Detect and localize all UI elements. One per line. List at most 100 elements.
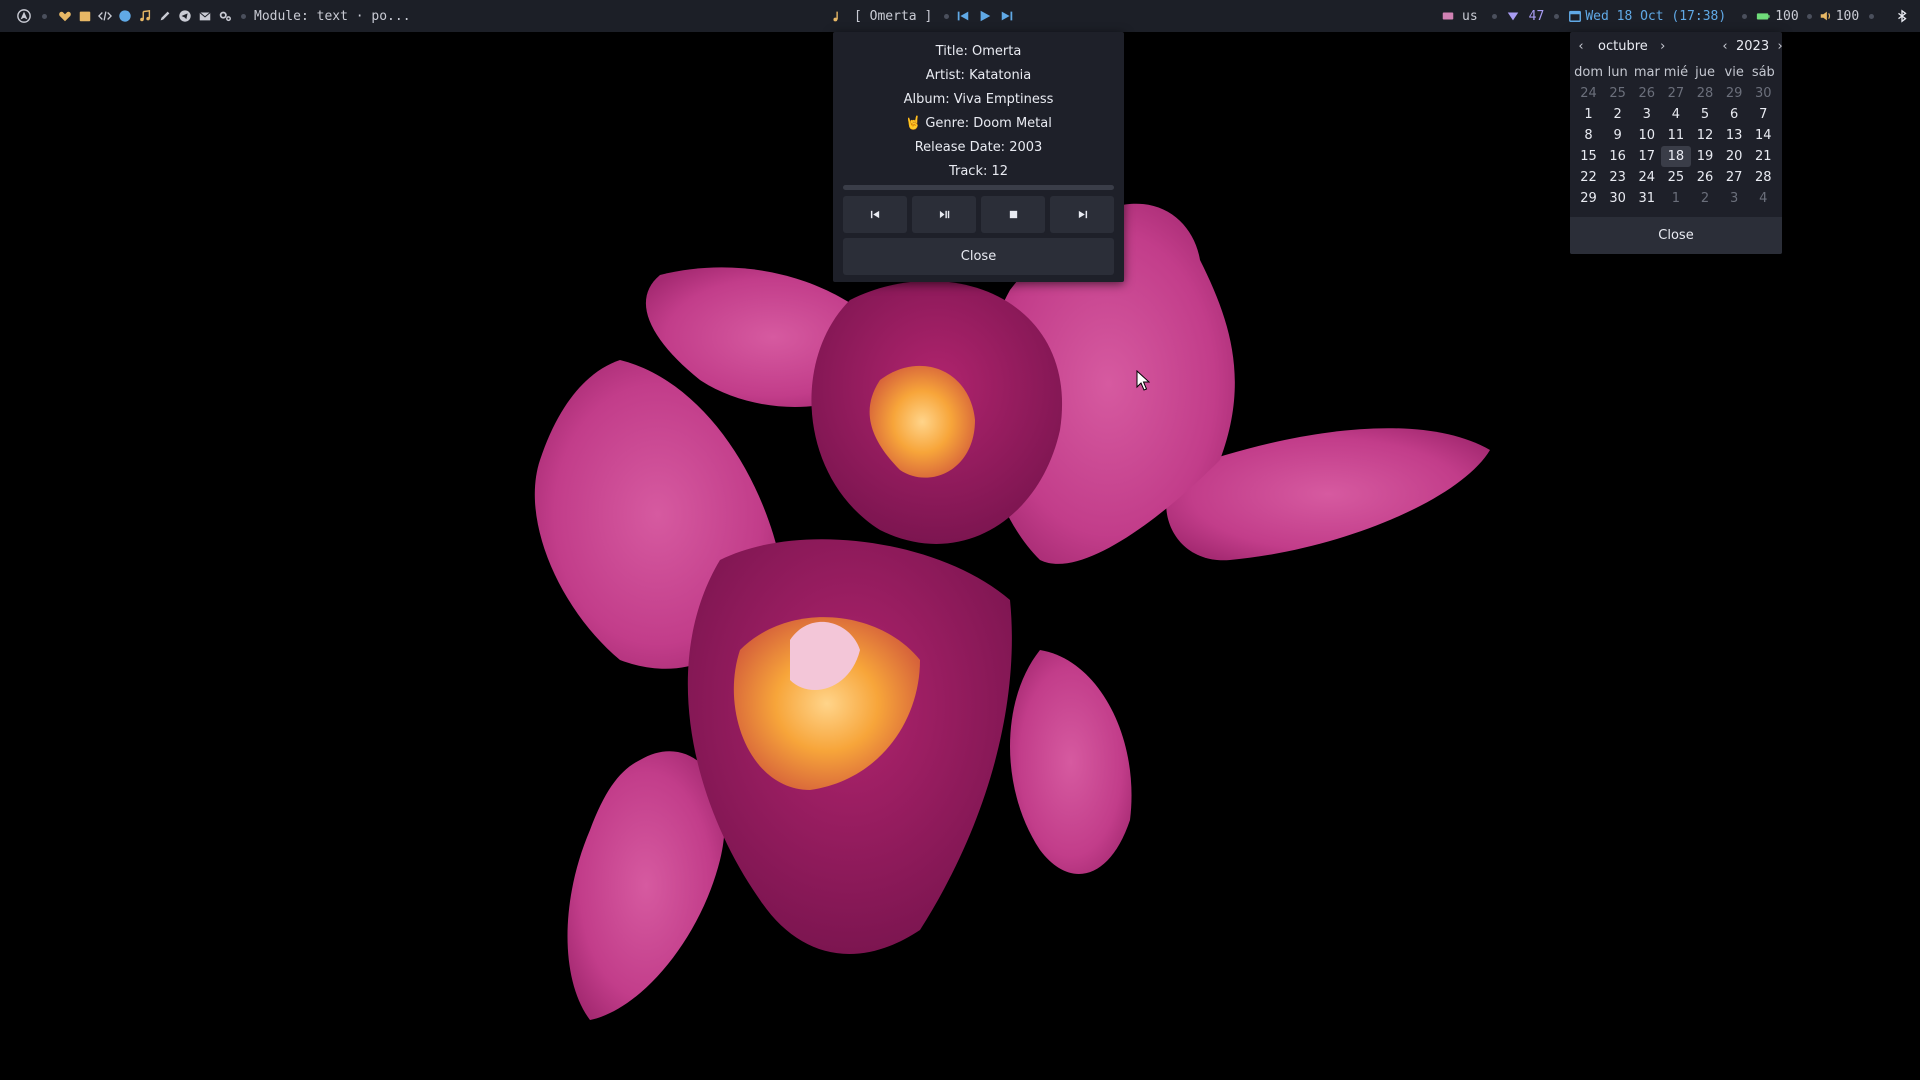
calendar-week-row: 24 25 26 27 28 29 30 [1574, 83, 1778, 104]
next-month-icon[interactable]: › [1656, 39, 1670, 54]
separator-dot [1806, 13, 1812, 19]
rock-hand-emoji: 🤘 [905, 116, 922, 131]
calendar-day[interactable]: 21 [1749, 146, 1778, 167]
prev-year-icon[interactable]: ‹ [1718, 39, 1732, 54]
calendar-day[interactable]: 2 [1603, 104, 1632, 125]
calendar-grid: dom lun mar mié jue vie sáb 24 25 26 27 … [1574, 62, 1778, 209]
calendar-day[interactable]: 1 [1661, 188, 1690, 209]
calendar-popup: ‹ octubre › ‹ 2023 › dom lun mar mié jue… [1570, 32, 1783, 254]
separator-dot [1491, 13, 1497, 19]
battery-level[interactable]: 100 [1775, 9, 1798, 24]
calendar-week-row: 22 23 24 25 26 27 28 [1574, 167, 1778, 188]
calendar-year: 2023 [1736, 38, 1770, 54]
calendar-day[interactable]: 5 [1691, 104, 1720, 125]
separator-dot [1554, 13, 1560, 19]
calendar-day[interactable]: 17 [1632, 146, 1661, 167]
calendar-day[interactable]: 2 [1691, 188, 1720, 209]
calendar-day[interactable]: 24 [1632, 167, 1661, 188]
bluetooth-icon[interactable] [1894, 8, 1910, 24]
volume-level[interactable]: 100 [1836, 9, 1859, 24]
calendar-day[interactable]: 27 [1720, 167, 1749, 188]
music-close-button[interactable]: Close [843, 238, 1114, 275]
calendar-day[interactable]: 25 [1603, 83, 1632, 104]
settings-icon[interactable] [217, 8, 233, 24]
separator-dot [241, 13, 246, 19]
play-pause-icon [939, 210, 949, 219]
next-year-icon[interactable]: › [1773, 39, 1787, 54]
next-button[interactable] [1050, 196, 1114, 233]
calendar-close-button[interactable]: Close [1570, 217, 1782, 254]
calendar-day[interactable]: 14 [1749, 125, 1778, 146]
separator-dot [1869, 13, 1875, 19]
arch-logo-icon[interactable] [16, 8, 32, 24]
calendar-day[interactable]: 28 [1691, 83, 1720, 104]
calendar-day[interactable]: 9 [1603, 125, 1632, 146]
battery-icon [1755, 8, 1771, 24]
code-icon[interactable] [97, 8, 113, 24]
globe-icon[interactable] [117, 8, 133, 24]
next-icon [1078, 210, 1087, 219]
calendar-day[interactable]: 29 [1720, 83, 1749, 104]
calendar-day[interactable]: 23 [1603, 167, 1632, 188]
telegram-icon[interactable] [177, 8, 193, 24]
calendar-day[interactable]: 12 [1691, 125, 1720, 146]
previous-icon [870, 210, 879, 219]
calendar-day[interactable]: 10 [1632, 125, 1661, 146]
calendar-day[interactable]: 3 [1632, 104, 1661, 125]
progress-bar[interactable] [843, 185, 1114, 190]
previous-track-icon[interactable] [955, 8, 971, 24]
prev-month-icon[interactable]: ‹ [1574, 39, 1588, 54]
separator-dot [1742, 13, 1748, 19]
calendar-day[interactable]: 29 [1574, 188, 1603, 209]
stop-button[interactable] [981, 196, 1045, 233]
calendar-day[interactable]: 1 [1574, 104, 1603, 125]
track-title: Title: Omerta [935, 44, 1022, 59]
calendar-day[interactable]: 8 [1574, 125, 1603, 146]
calendar-day[interactable]: 16 [1603, 146, 1632, 167]
clock-datetime[interactable]: Wed 18 Oct (17:38) [1585, 9, 1726, 24]
play-pause-button[interactable] [912, 196, 976, 233]
calendar-day[interactable]: 3 [1720, 188, 1749, 209]
vpn-value[interactable]: 47 [1529, 9, 1545, 24]
calendar-icon [1567, 8, 1583, 24]
calendar-day[interactable]: 31 [1632, 188, 1661, 209]
track-genre-row: 🤘 Genre: Doom Metal [833, 115, 1124, 133]
calendar-day[interactable]: 4 [1661, 104, 1690, 125]
calendar-day[interactable]: 26 [1632, 83, 1661, 104]
calendar-day[interactable]: 20 [1720, 146, 1749, 167]
volume-icon [1818, 8, 1834, 24]
heart-icon[interactable] [57, 8, 73, 24]
calendar-day[interactable]: 25 [1661, 167, 1690, 188]
pen-icon[interactable] [157, 8, 173, 24]
calendar-day[interactable]: 26 [1691, 167, 1720, 188]
calendar-day[interactable]: 19 [1691, 146, 1720, 167]
calendar-day[interactable]: 27 [1661, 83, 1690, 104]
calendar-day[interactable]: 28 [1749, 167, 1778, 188]
calendar-day-today[interactable]: 18 [1661, 146, 1691, 167]
calendar-day[interactable]: 30 [1749, 83, 1778, 104]
calendar-day[interactable]: 11 [1661, 125, 1690, 146]
top-status-bar: Module: text · po... [ Omerta ] us 47 We… [0, 0, 1920, 32]
keyboard-layout[interactable]: us [1462, 9, 1478, 24]
next-track-icon[interactable] [999, 8, 1015, 24]
calendar-day[interactable]: 13 [1720, 125, 1749, 146]
calendar-day[interactable]: 30 [1603, 188, 1632, 209]
calendar-day[interactable]: 4 [1749, 188, 1778, 209]
calendar-day[interactable]: 22 [1574, 167, 1603, 188]
now-playing-label[interactable]: [ Omerta ] [854, 9, 932, 24]
calendar-week-row: 1 2 3 4 5 6 7 [1574, 104, 1778, 125]
weekday-label: mar [1633, 65, 1660, 80]
window-title-module: Module: text · po... [254, 8, 411, 24]
calendar-day[interactable]: 7 [1749, 104, 1778, 125]
calendar-week-row: 15 16 17 18 19 20 21 [1574, 146, 1778, 167]
calendar-day[interactable]: 6 [1720, 104, 1749, 125]
play-icon[interactable] [977, 8, 993, 24]
mail-icon[interactable] [197, 8, 213, 24]
calendar-day[interactable]: 24 [1574, 83, 1603, 104]
weekday-label: jue [1695, 65, 1715, 80]
calendar-day[interactable]: 15 [1574, 146, 1603, 167]
previous-button[interactable] [843, 196, 907, 233]
music-note-icon[interactable] [137, 8, 153, 24]
folder-icon[interactable] [77, 8, 93, 24]
separator-dot [944, 13, 950, 19]
